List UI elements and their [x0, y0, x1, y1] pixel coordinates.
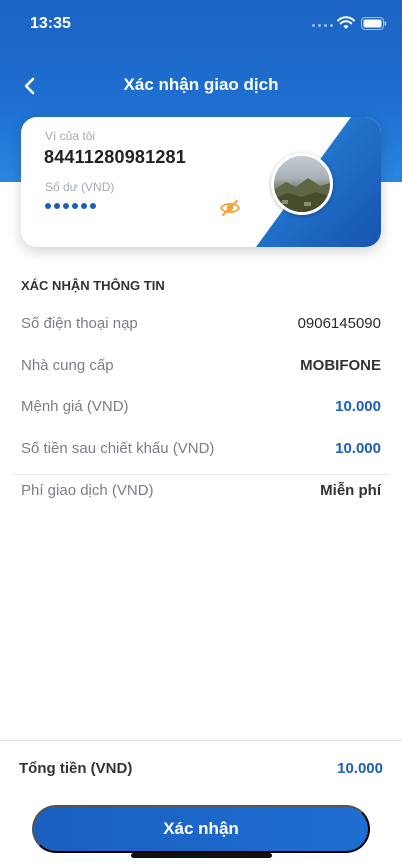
info-row-discounted-amount: Số tiền sau chiết khấu (VND) 10.000 — [21, 440, 381, 462]
info-row-transaction-fee: Phí giao dịch (VND) Miễn phí — [21, 482, 381, 504]
divider — [13, 474, 389, 475]
avatar-landscape-image — [274, 178, 330, 212]
signal-dots-icon — [312, 24, 333, 27]
info-value: Miễn phí — [320, 482, 381, 499]
eye-off-icon[interactable] — [219, 197, 241, 219]
info-label: Phí giao dịch (VND) — [21, 482, 154, 499]
section-title: XÁC NHẬN THÔNG TIN — [21, 278, 165, 293]
info-value: 0906145090 — [297, 315, 381, 332]
wallet-label: Ví của tôi — [45, 129, 96, 143]
info-row-phone: Số điện thoại nạp 0906145090 — [21, 315, 381, 337]
battery-icon — [361, 17, 387, 30]
info-value: MOBIFONE — [300, 357, 381, 374]
info-value: 10.000 — [335, 440, 381, 457]
info-label: Số điện thoại nạp — [21, 315, 138, 332]
balance-label: Số dư (VND) — [45, 180, 115, 194]
confirm-button[interactable]: Xác nhận — [32, 805, 370, 853]
footer-divider — [0, 740, 402, 741]
info-label: Số tiền sau chiết khấu (VND) — [21, 440, 215, 457]
page-title: Xác nhận giao dịch — [123, 75, 279, 94]
info-value: 10.000 — [335, 398, 381, 415]
status-bar: 13:35 — [0, 0, 402, 48]
avatar[interactable] — [271, 153, 333, 215]
wallet-number: 84411280981281 — [44, 147, 186, 167]
balance-masked — [45, 203, 96, 209]
info-row-provider: Nhà cung cấp MOBIFONE — [21, 357, 381, 379]
wallet-card: Ví của tôi 84411280981281 Số dư (VND) — [21, 117, 381, 247]
info-label: Mệnh giá (VND) — [21, 398, 129, 415]
home-indicator — [131, 853, 272, 858]
total-value: 10.000 — [337, 760, 383, 777]
info-label: Nhà cung cấp — [21, 357, 114, 374]
info-row-denomination: Mệnh giá (VND) 10.000 — [21, 398, 381, 420]
status-time: 13:35 — [30, 15, 71, 32]
wifi-icon — [337, 16, 355, 29]
total-label: Tổng tiền (VND) — [19, 760, 133, 777]
nav-bar: Xác nhận giao dịch — [0, 60, 402, 110]
